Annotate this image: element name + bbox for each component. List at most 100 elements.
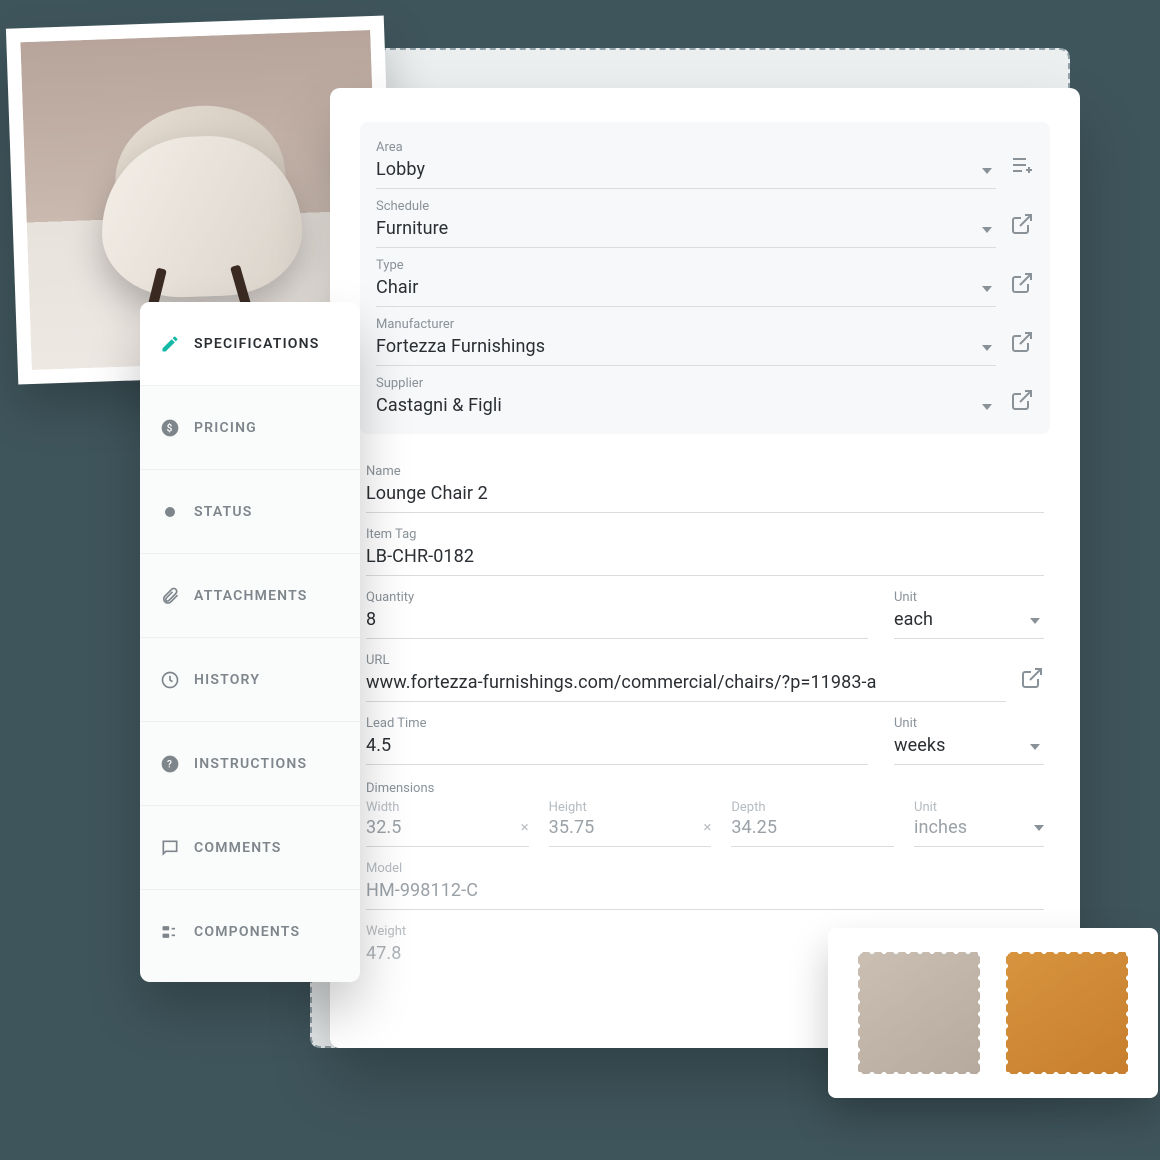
chevron-down-icon (982, 345, 992, 351)
tab-history[interactable]: HISTORY (140, 638, 360, 722)
chevron-down-icon (1030, 618, 1040, 624)
dim-width-input[interactable]: Width 32.5 × (366, 800, 529, 847)
add-list-icon[interactable] (1010, 153, 1034, 177)
dim-depth-label: Depth (731, 800, 894, 815)
open-external-icon[interactable] (1010, 212, 1034, 236)
model-label: Model (366, 861, 1044, 876)
times-icon: × (521, 818, 529, 836)
dim-width-label: Width (366, 800, 529, 815)
svg-text:?: ? (167, 759, 173, 770)
dim-depth-value: 34.25 (731, 817, 777, 838)
dim-unit-label: Unit (914, 800, 1044, 815)
quantity-unit-select[interactable]: Unit each (894, 590, 1044, 639)
tab-attachments[interactable]: ATTACHMENTS (140, 554, 360, 638)
dim-height-value: 35.75 (549, 817, 595, 838)
leadtime-unit-label: Unit (894, 716, 1044, 731)
quantity-unit-value: each (894, 609, 933, 630)
model-value: HM-998112-C (366, 880, 478, 901)
components-icon (160, 922, 180, 942)
open-external-icon[interactable] (1010, 388, 1034, 412)
swatch-beige[interactable] (854, 948, 984, 1078)
tab-status[interactable]: STATUS (140, 470, 360, 554)
item-tag-input[interactable]: Item Tag LB-CHR-0182 (366, 527, 1044, 576)
tab-label: HISTORY (194, 672, 340, 688)
tab-specifications[interactable]: SPECIFICATIONS (140, 302, 360, 386)
dim-unit-value: inches (914, 817, 967, 838)
item-tag-label: Item Tag (366, 527, 1044, 542)
tab-instructions[interactable]: ? INSTRUCTIONS (140, 722, 360, 806)
chevron-down-icon (982, 286, 992, 292)
quantity-unit-label: Unit (894, 590, 1044, 605)
manufacturer-label: Manufacturer (376, 317, 996, 332)
schedule-value: Furniture (376, 218, 996, 239)
classification-group: Area Lobby Schedule Furniture Type Chair (360, 122, 1050, 434)
tab-label: STATUS (194, 504, 340, 520)
area-select[interactable]: Area Lobby (376, 140, 996, 189)
times-icon: × (703, 818, 711, 836)
dim-unit-select[interactable]: Unit inches (914, 800, 1044, 847)
quantity-label: Quantity (366, 590, 868, 605)
schedule-label: Schedule (376, 199, 996, 214)
svg-text:$: $ (167, 421, 174, 434)
tab-label: SPECIFICATIONS (194, 336, 340, 352)
chevron-down-icon (1030, 744, 1040, 750)
supplier-value: Castagni & Figli (376, 395, 996, 416)
supplier-label: Supplier (376, 376, 996, 391)
weight-value: 47.8 (366, 943, 402, 964)
dot-icon (160, 502, 180, 522)
tab-comments[interactable]: COMMENTS (140, 806, 360, 890)
supplier-select[interactable]: Supplier Castagni & Figli (376, 376, 996, 424)
material-swatches-card (828, 928, 1158, 1098)
item-tag-value: LB-CHR-0182 (366, 546, 474, 567)
tab-components[interactable]: COMPONENTS (140, 890, 360, 974)
dim-width-value: 32.5 (366, 817, 402, 838)
leadtime-unit-value: weeks (894, 735, 946, 756)
paperclip-icon (160, 586, 180, 606)
swatch-amber[interactable] (1002, 948, 1132, 1078)
clock-icon (160, 670, 180, 690)
tab-label: PRICING (194, 420, 340, 436)
open-external-icon[interactable] (1020, 666, 1044, 690)
leadtime-label: Lead Time (366, 716, 868, 731)
manufacturer-select[interactable]: Manufacturer Fortezza Furnishings (376, 317, 996, 366)
tab-label: ATTACHMENTS (194, 588, 340, 604)
help-icon: ? (160, 754, 180, 774)
tab-label: COMPONENTS (194, 924, 340, 940)
dollar-icon: $ (160, 418, 180, 438)
type-value: Chair (376, 277, 996, 298)
spec-sidebar: SPECIFICATIONS $ PRICING STATUS ATTACHME… (140, 302, 360, 982)
name-input[interactable]: Name Lounge Chair 2 (366, 464, 1044, 513)
dim-depth-input[interactable]: Depth 34.25 (731, 800, 894, 847)
quantity-value: 8 (366, 609, 376, 630)
name-value: Lounge Chair 2 (366, 483, 488, 504)
open-external-icon[interactable] (1010, 330, 1034, 354)
name-label: Name (366, 464, 1044, 479)
dimensions-label: Dimensions (366, 781, 1044, 796)
dim-height-label: Height (549, 800, 712, 815)
leadtime-unit-select[interactable]: Unit weeks (894, 716, 1044, 765)
model-input[interactable]: Model HM-998112-C (366, 861, 1044, 910)
leadtime-input[interactable]: Lead Time 4.5 (366, 716, 868, 765)
comment-icon (160, 838, 180, 858)
leadtime-value: 4.5 (366, 735, 391, 756)
chevron-down-icon (982, 168, 992, 174)
url-label: URL (366, 653, 1006, 668)
quantity-input[interactable]: Quantity 8 (366, 590, 868, 639)
dim-height-input[interactable]: Height 35.75 × (549, 800, 712, 847)
url-value: www.fortezza-furnishings.com/commercial/… (366, 672, 877, 693)
area-label: Area (376, 140, 996, 155)
manufacturer-value: Fortezza Furnishings (376, 336, 996, 357)
type-select[interactable]: Type Chair (376, 258, 996, 307)
specifications-panel: Area Lobby Schedule Furniture Type Chair (330, 88, 1080, 1048)
pencil-icon (160, 334, 180, 354)
type-label: Type (376, 258, 996, 273)
chevron-down-icon (1034, 825, 1044, 831)
area-value: Lobby (376, 159, 996, 180)
tab-pricing[interactable]: $ PRICING (140, 386, 360, 470)
schedule-select[interactable]: Schedule Furniture (376, 199, 996, 248)
chevron-down-icon (982, 404, 992, 410)
url-input[interactable]: URL www.fortezza-furnishings.com/commerc… (366, 653, 1006, 702)
tab-label: INSTRUCTIONS (194, 756, 340, 772)
chevron-down-icon (982, 227, 992, 233)
open-external-icon[interactable] (1010, 271, 1034, 295)
